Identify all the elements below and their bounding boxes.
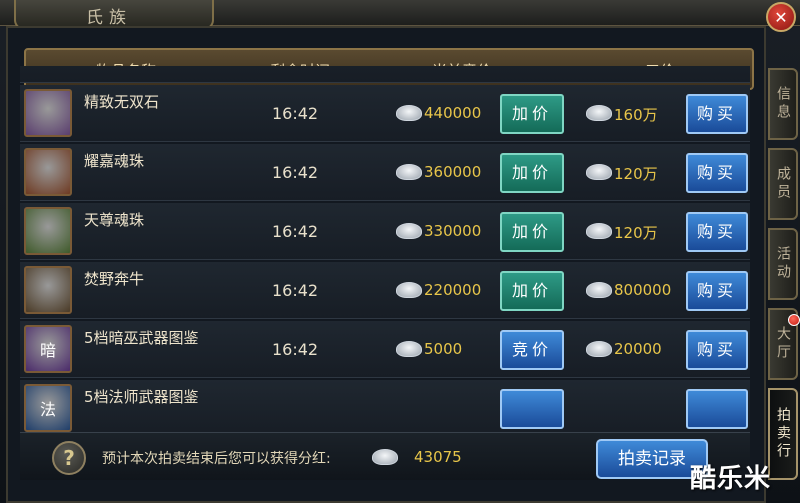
buyout-price-value: 800000: [614, 281, 672, 299]
help-button[interactable]: ?: [52, 441, 86, 475]
buyout-price-value: 120万: [614, 224, 658, 242]
raise-bid-button[interactable]: 加价: [500, 271, 564, 311]
time-left: 16:42: [272, 281, 319, 300]
list-item[interactable]: 暗 5档暗巫武器图鉴 16:42 5000 竞价 20000 购买: [20, 321, 750, 378]
green-face-icon: [24, 207, 72, 255]
current-bid-value: 330000: [424, 222, 482, 240]
time-left: 16:42: [272, 104, 319, 123]
buy-button[interactable]: 购买: [686, 153, 748, 193]
time-left: 16:42: [272, 222, 319, 241]
current-bid-value: 220000: [424, 281, 482, 299]
footer-bar: ? 预计本次拍卖结束后您可以获得分红: 43075 拍卖记录: [20, 432, 750, 480]
side-tab[interactable]: 信息: [768, 68, 798, 140]
window-title: 氏族: [86, 8, 132, 28]
watermark: 酷乐米: [690, 464, 772, 494]
game-window: 氏族 ✕ 物品名称 剩余时间 当前竞价 一口价 精致无双石16:42440000…: [0, 0, 800, 503]
current-bid-value: 5000: [424, 340, 463, 358]
silver-ingot-icon: [396, 105, 422, 121]
silver-ingot-icon: [396, 164, 422, 180]
silver-ingot-icon: [586, 105, 612, 121]
buy-button[interactable]: [686, 389, 748, 429]
silver-ingot-icon: [586, 223, 612, 239]
purple-gem-icon: [24, 89, 72, 137]
raise-bid-button[interactable]: 加价: [500, 212, 564, 252]
thumb-glyph: 暗: [39, 341, 56, 360]
silver-ingot-icon: [586, 164, 612, 180]
silver-ingot-icon: [372, 449, 398, 465]
item-name: 天尊魂珠: [84, 211, 145, 229]
dark-scroll-icon: 暗: [24, 325, 72, 373]
side-tab[interactable]: 成员: [768, 148, 798, 220]
silver-ingot-icon: [396, 341, 422, 357]
mage-scroll-icon: 法: [24, 384, 72, 432]
list-item[interactable]: 天尊魂珠 16:42 330000 加价 120万 购买: [20, 203, 750, 260]
list-item[interactable]: 精致无双石 16:42 440000 加价 160万 购买: [20, 85, 750, 142]
silver-ingot-icon: [586, 282, 612, 298]
question-icon: ?: [63, 446, 75, 470]
thumb-glyph: 法: [39, 400, 56, 419]
item-name: 精致无双石: [84, 93, 160, 111]
list-item-partial: [20, 66, 750, 83]
buyout-price-value: 20000: [614, 340, 662, 358]
list-item[interactable]: 焚野奔牛 16:42 220000 加价 800000 购买: [20, 262, 750, 319]
time-left: 16:42: [272, 340, 319, 359]
warrior-face-icon: [24, 148, 72, 196]
silver-ingot-icon: [586, 341, 612, 357]
buy-button[interactable]: 购买: [686, 330, 748, 370]
raise-bid-button[interactable]: 加价: [500, 153, 564, 193]
silver-ingot-icon: [396, 223, 422, 239]
close-button[interactable]: ✕: [766, 2, 796, 32]
buy-button[interactable]: 购买: [686, 212, 748, 252]
dividend-value: 43075: [414, 448, 462, 466]
side-tab[interactable]: 活动: [768, 228, 798, 300]
current-bid-value: 360000: [424, 163, 482, 181]
buy-button[interactable]: 购买: [686, 94, 748, 134]
buy-button[interactable]: 购买: [686, 271, 748, 311]
list-item[interactable]: 耀嘉魂珠 16:42 360000 加价 120万 购买: [20, 144, 750, 201]
list-item[interactable]: 法 5档法师武器图鉴: [20, 380, 750, 432]
item-name: 焚野奔牛: [84, 270, 145, 288]
time-left: 16:42: [272, 163, 319, 182]
item-name: 耀嘉魂珠: [84, 152, 145, 170]
auction-list[interactable]: 精致无双石 16:42 440000 加价 160万 购买 耀嘉魂珠 16:42 360000 加…: [20, 66, 750, 432]
dividend-label: 预计本次拍卖结束后您可以获得分红:: [102, 451, 331, 467]
raise-bid-button[interactable]: 加价: [500, 94, 564, 134]
silver-ingot-icon: [396, 282, 422, 298]
notification-dot: [788, 314, 800, 326]
bull-mount-icon: [24, 266, 72, 314]
place-bid-button[interactable]: 竞价: [500, 330, 564, 370]
close-icon: ✕: [774, 7, 788, 27]
buyout-price-value: 160万: [614, 106, 658, 124]
place-bid-button[interactable]: [500, 389, 564, 429]
buyout-price-value: 120万: [614, 165, 658, 183]
item-name: 5档暗巫武器图鉴: [84, 329, 199, 347]
item-name: 5档法师武器图鉴: [84, 388, 199, 406]
current-bid-value: 440000: [424, 104, 482, 122]
side-tab[interactable]: 拍卖行: [768, 388, 798, 480]
